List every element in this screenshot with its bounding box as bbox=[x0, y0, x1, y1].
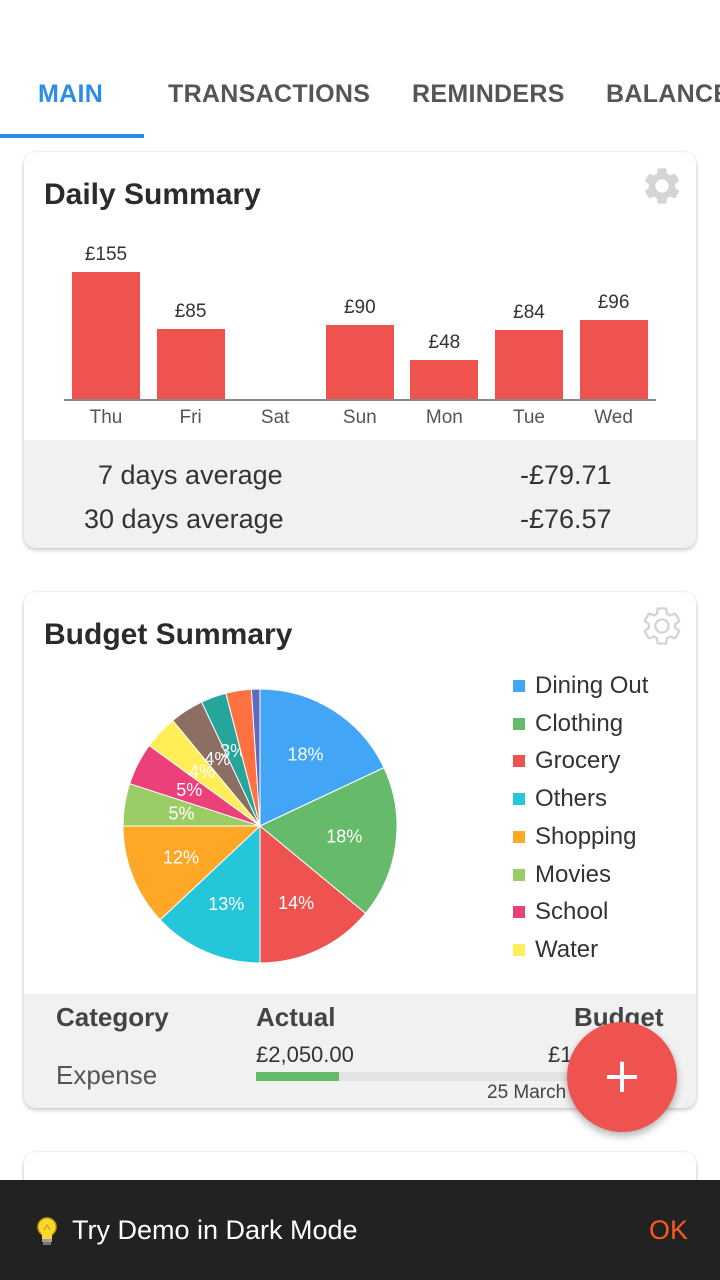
actual-header: Actual bbox=[256, 1002, 336, 1032]
legend-swatch bbox=[513, 793, 525, 806]
daily-summary-card[interactable]: Daily Summary 7 days average -£79.71 30 … bbox=[24, 152, 696, 548]
pie-slice-label: 5% bbox=[169, 804, 195, 824]
budget-progress-fill bbox=[256, 1072, 340, 1081]
budget-date: 25 March bbox=[487, 1082, 567, 1103]
legend-label: Water bbox=[535, 935, 599, 963]
gear-icon[interactable] bbox=[640, 164, 684, 208]
tab-main[interactable]: MAIN bbox=[38, 80, 103, 109]
legend-label: Clothing bbox=[535, 709, 624, 737]
legend-item: Others bbox=[513, 785, 608, 813]
day-label: Sat bbox=[260, 407, 290, 428]
category-header: Category bbox=[56, 1002, 169, 1032]
pie-slice-label: 5% bbox=[176, 780, 202, 800]
legend-swatch bbox=[513, 830, 525, 843]
legend-label: Shopping bbox=[535, 822, 637, 850]
legend-item: Grocery bbox=[513, 747, 621, 775]
tab-indicator bbox=[0, 134, 144, 138]
bar-sun bbox=[325, 325, 394, 399]
bar-tue bbox=[495, 330, 563, 399]
tab-transactions[interactable]: TRANSACTIONS bbox=[168, 80, 370, 109]
day-label: Thu bbox=[89, 407, 123, 428]
legend-swatch bbox=[513, 717, 525, 730]
legend-label: Dining Out bbox=[535, 672, 649, 699]
snackbar: Try Demo in Dark Mode OK bbox=[0, 1180, 720, 1280]
avg-30-label: 30 days average bbox=[84, 504, 284, 534]
avg-7-value: -£79.71 bbox=[520, 460, 612, 490]
bar-value-label: £96 bbox=[597, 292, 630, 314]
averages-panel: 7 days average -£79.71 30 days average -… bbox=[24, 440, 696, 548]
bar-value-label: £84 bbox=[513, 302, 545, 324]
legend-item: Water bbox=[513, 935, 599, 964]
pie-slice-label: 14% bbox=[278, 893, 314, 913]
actual-value: £2,050.00 bbox=[256, 1042, 354, 1067]
legend-item: Shopping bbox=[513, 822, 637, 851]
budget-pie-chart: 18%18%14%13%12%5%5%4%4%3% bbox=[122, 688, 398, 964]
legend-item: Dining Out bbox=[513, 672, 649, 700]
pie-slice-label: 18% bbox=[326, 827, 362, 847]
bar-value-label: £90 bbox=[343, 297, 376, 319]
legend-label: Movies bbox=[535, 860, 612, 888]
bar-thu bbox=[72, 272, 140, 399]
legend-swatch bbox=[513, 906, 525, 919]
day-label: Fri bbox=[179, 407, 202, 428]
snackbar-message: Try Demo in Dark Mode bbox=[72, 1215, 358, 1245]
budget-summary-title: Budget Summary bbox=[44, 618, 293, 651]
budget-progress-bar bbox=[256, 1072, 576, 1081]
day-label: Mon bbox=[425, 407, 463, 428]
legend-item: Movies bbox=[513, 860, 612, 889]
daily-summary-title: Daily Summary bbox=[44, 178, 261, 211]
legend-swatch bbox=[513, 868, 525, 881]
day-label: Sun bbox=[342, 407, 377, 428]
tab-bar: MAIN TRANSACTIONS REMINDERS BALANCE bbox=[0, 60, 720, 138]
bar-wed bbox=[579, 320, 648, 399]
pie-slice-label: 13% bbox=[208, 894, 244, 914]
legend-swatch bbox=[513, 680, 525, 692]
lightbulb-icon bbox=[37, 1217, 57, 1245]
legend-swatch bbox=[513, 943, 525, 956]
bar-mon bbox=[410, 359, 479, 399]
add-button[interactable]: + bbox=[567, 1022, 677, 1132]
gear-icon[interactable] bbox=[640, 604, 684, 648]
category-value: Expense bbox=[56, 1060, 158, 1090]
chart-axis bbox=[64, 399, 656, 401]
day-label: Wed bbox=[594, 407, 633, 428]
avg-7-label: 7 days average bbox=[98, 460, 283, 490]
day-label: Tue bbox=[512, 407, 546, 428]
bar-value-label: £155 bbox=[84, 244, 128, 265]
bar-value-label: £85 bbox=[174, 301, 207, 323]
pie-slice-label: 12% bbox=[163, 847, 199, 867]
pie-slice-label: 18% bbox=[287, 744, 323, 764]
legend-label: Grocery bbox=[535, 747, 621, 775]
avg-30-value: -£76.57 bbox=[520, 504, 612, 534]
legend-item: Clothing bbox=[513, 709, 624, 738]
bar-fri bbox=[156, 329, 225, 399]
tab-balance[interactable]: BALANCE bbox=[606, 80, 720, 109]
snackbar-ok-button[interactable]: OK bbox=[649, 1215, 688, 1246]
legend-label: School bbox=[535, 898, 609, 926]
tab-reminders[interactable]: REMINDERS bbox=[412, 80, 565, 109]
legend-item: School bbox=[513, 898, 609, 926]
legend-swatch bbox=[513, 755, 525, 768]
bar-value-label: £48 bbox=[428, 331, 461, 353]
legend-label: Others bbox=[535, 785, 608, 813]
